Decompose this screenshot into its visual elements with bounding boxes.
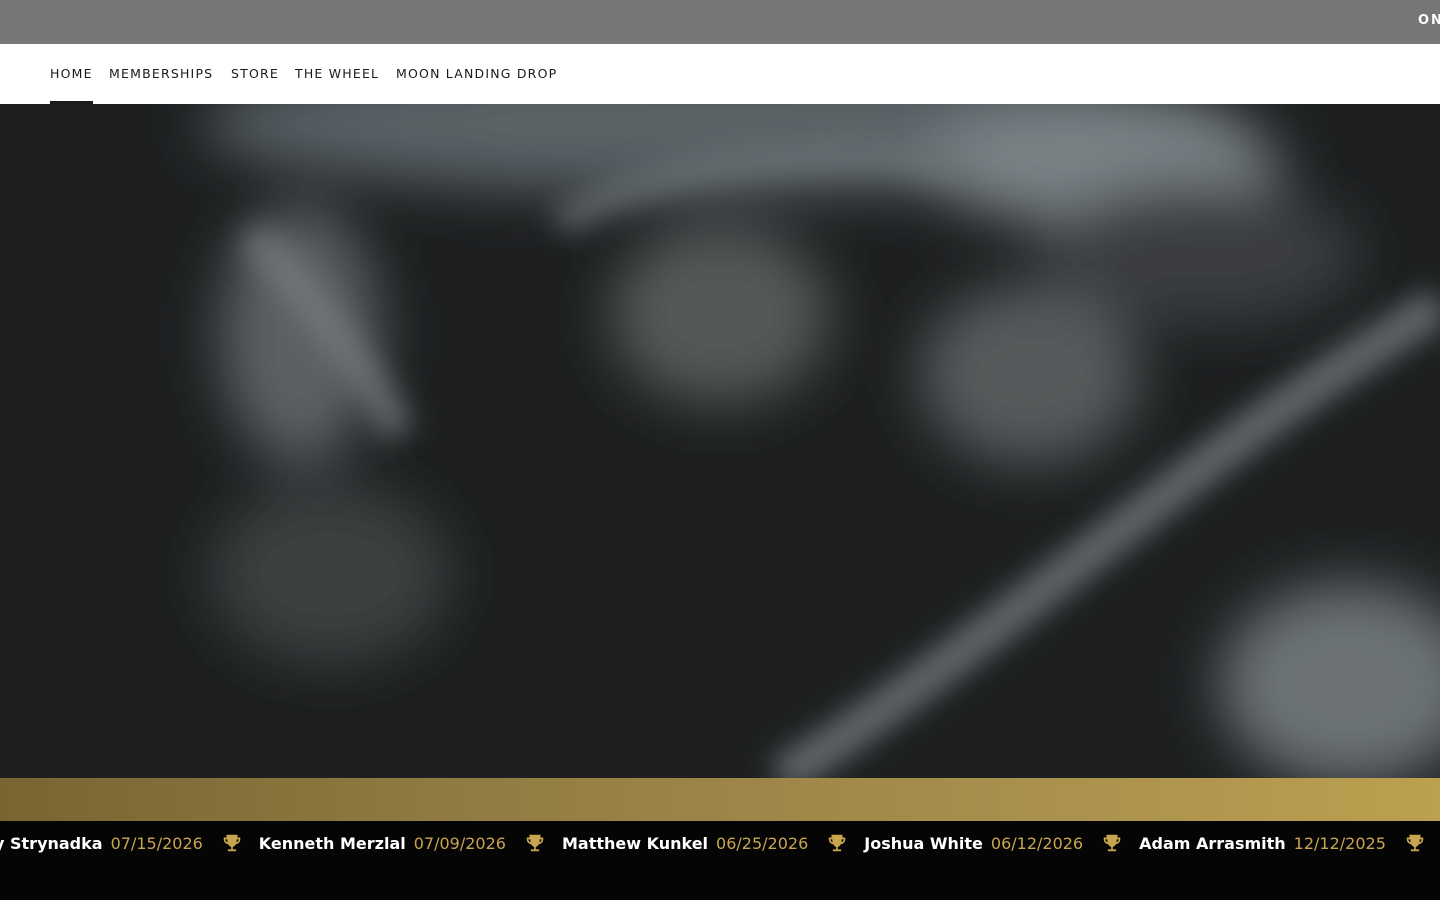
winner-date: 12/12/2025 [1293,833,1386,853]
winner-item: Kenneth Merzlal 07/09/2026 [259,832,562,854]
trophy-icon [223,834,241,852]
winner-date: 07/09/2026 [413,833,506,853]
gold-banner [0,778,1440,821]
trophy-icon [1406,834,1424,852]
hero-image [0,104,1440,778]
winners-ticker-row: y Strynadka 07/15/2026 Kenneth Merzlal 0… [0,833,1440,853]
winner-name: y Strynadka [0,833,103,853]
winner-name: Adam Arrasmith [1139,833,1286,853]
hero-background-image [0,104,1440,778]
winner-item: Joshua White 06/12/2026 [864,832,1139,854]
nav-item-memberships[interactable]: MEMBERSHIPS [109,66,213,81]
announcement-bar: ON [0,0,1440,44]
winner-item: y Strynadka 07/15/2026 [0,832,259,854]
nav-item-home[interactable]: HOME [50,66,93,81]
winner-date: 06/25/2026 [716,833,809,853]
nav-item-store[interactable]: STORE [231,66,279,81]
nav-item-the-wheel[interactable]: THE WHEEL [295,66,379,81]
trophy-icon [829,834,846,852]
trophy-icon [1103,834,1121,852]
trophy-icon [526,834,544,852]
winner-item: Adam Arrasmith 12/12/2025 [1139,832,1440,854]
winner-item: Matthew Kunkel 06/25/2026 [562,832,864,854]
main-nav: HOME MEMBERSHIPS STORE THE WHEEL MOON LA… [0,44,1440,104]
winner-name: Kenneth Merzlal [258,833,406,853]
announcement-text: ON [1418,13,1440,28]
winner-date: 06/12/2026 [990,833,1084,853]
winner-name: Joshua White [864,833,983,853]
winner-date: 07/15/2026 [110,833,203,853]
winner-name: Matthew Kunkel [561,833,709,853]
nav-item-moon-landing-drop[interactable]: MOON LANDING DROP [396,66,557,81]
winners-ticker: y Strynadka 07/15/2026 Kenneth Merzlal 0… [0,821,1440,900]
